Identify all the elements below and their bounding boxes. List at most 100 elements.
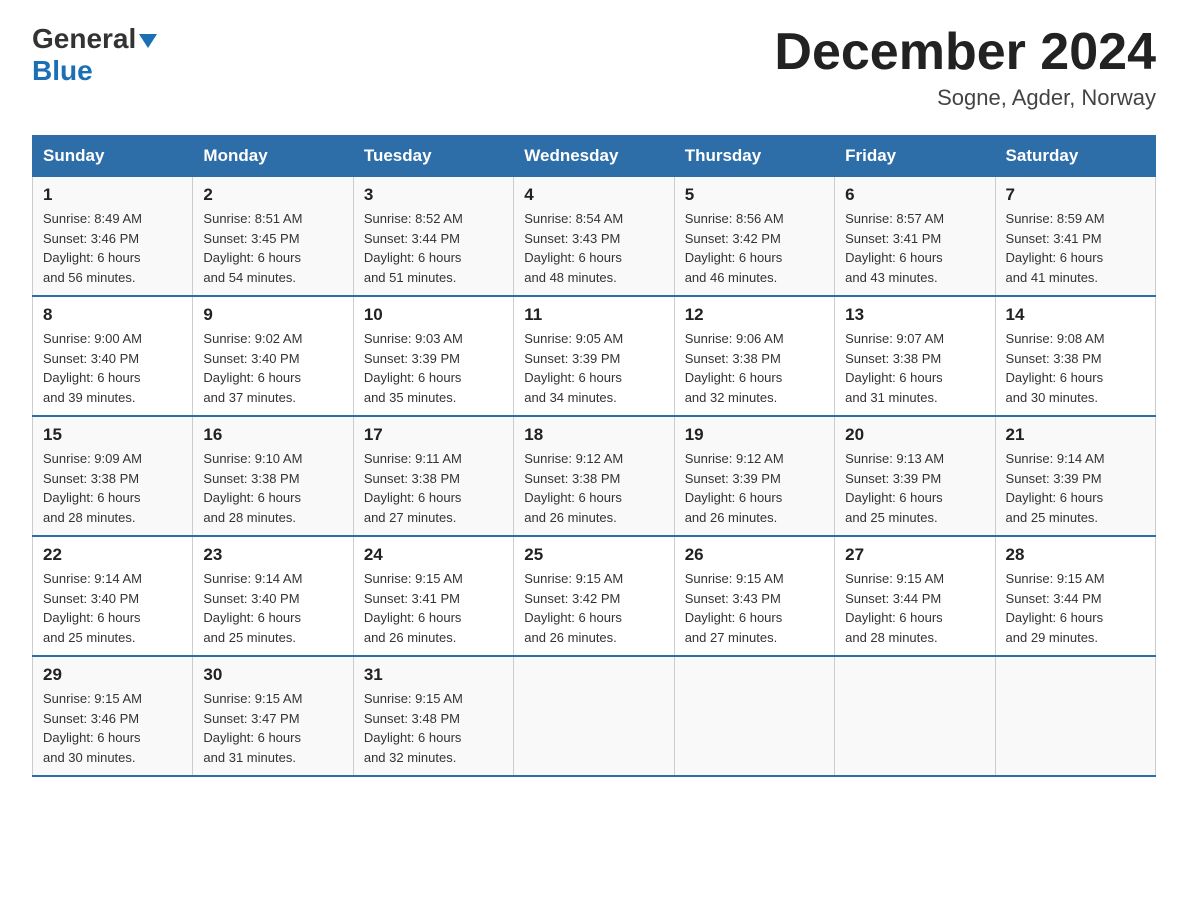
col-header-saturday: Saturday (995, 136, 1155, 177)
calendar-cell: 20 Sunrise: 9:13 AMSunset: 3:39 PMDayligh… (835, 416, 995, 536)
calendar-cell: 14 Sunrise: 9:08 AMSunset: 3:38 PMDayligh… (995, 296, 1155, 416)
col-header-monday: Monday (193, 136, 353, 177)
calendar-cell: 3Sunrise: 8:52 AMSunset: 3:44 PMDaylight… (353, 177, 513, 297)
calendar-cell: 1Sunrise: 8:49 AMSunset: 3:46 PMDaylight… (33, 177, 193, 297)
day-number: 10 (364, 305, 503, 325)
calendar-cell (995, 656, 1155, 776)
calendar-cell: 24Sunrise: 9:15 AMSunset: 3:41 PMDayligh… (353, 536, 513, 656)
day-info: Sunrise: 9:12 AMSunset: 3:38 PMDaylight:… (524, 449, 663, 527)
day-number: 16 (203, 425, 342, 445)
day-info: Sunrise: 9:05 AMSunset: 3:39 PMDaylight:… (524, 329, 663, 407)
header-row: SundayMondayTuesdayWednesdayThursdayFrid… (33, 136, 1156, 177)
day-number: 15 (43, 425, 182, 445)
calendar-cell: 13 Sunrise: 9:07 AMSunset: 3:38 PMDayligh… (835, 296, 995, 416)
day-number: 22 (43, 545, 182, 565)
day-info: Sunrise: 9:10 AMSunset: 3:38 PMDaylight:… (203, 449, 342, 527)
day-info: Sunrise: 9:14 AMSunset: 3:40 PMDaylight:… (203, 569, 342, 647)
day-info: Sunrise: 9:02 AMSunset: 3:40 PMDaylight:… (203, 329, 342, 407)
day-info: Sunrise: 9:03 AMSunset: 3:39 PMDaylight:… (364, 329, 503, 407)
day-info: Sunrise: 9:15 AMSunset: 3:44 PMDaylight:… (845, 569, 984, 647)
day-info: Sunrise: 9:08 AMSunset: 3:38 PMDaylight:… (1006, 329, 1145, 407)
day-number: 27 (845, 545, 984, 565)
calendar-cell: 15 Sunrise: 9:09 AMSunset: 3:38 PMDayligh… (33, 416, 193, 536)
day-info: Sunrise: 9:15 AMSunset: 3:42 PMDaylight:… (524, 569, 663, 647)
day-info: Sunrise: 8:57 AMSunset: 3:41 PMDaylight:… (845, 209, 984, 287)
calendar-cell: 8Sunrise: 9:00 AMSunset: 3:40 PMDaylight… (33, 296, 193, 416)
logo-line1: General (32, 24, 157, 55)
title-block: December 2024 Sogne, Agder, Norway (774, 24, 1156, 111)
calendar-cell: 11Sunrise: 9:05 AMSunset: 3:39 PMDayligh… (514, 296, 674, 416)
calendar-cell: 26Sunrise: 9:15 AMSunset: 3:43 PMDayligh… (674, 536, 834, 656)
calendar-cell: 9 Sunrise: 9:02 AMSunset: 3:40 PMDaylight… (193, 296, 353, 416)
day-number: 20 (845, 425, 984, 445)
day-number: 9 (203, 305, 342, 325)
col-header-friday: Friday (835, 136, 995, 177)
col-header-sunday: Sunday (33, 136, 193, 177)
day-info: Sunrise: 8:49 AMSunset: 3:46 PMDaylight:… (43, 209, 182, 287)
day-number: 19 (685, 425, 824, 445)
calendar-cell: 22 Sunrise: 9:14 AMSunset: 3:40 PMDayligh… (33, 536, 193, 656)
day-info: Sunrise: 9:12 AMSunset: 3:39 PMDaylight:… (685, 449, 824, 527)
day-info: Sunrise: 9:06 AMSunset: 3:38 PMDaylight:… (685, 329, 824, 407)
day-info: Sunrise: 9:15 AMSunset: 3:48 PMDaylight:… (364, 689, 503, 767)
calendar-cell: 17 Sunrise: 9:11 AMSunset: 3:38 PMDayligh… (353, 416, 513, 536)
day-info: Sunrise: 9:15 AMSunset: 3:46 PMDaylight:… (43, 689, 182, 767)
calendar-cell: 19 Sunrise: 9:12 AMSunset: 3:39 PMDayligh… (674, 416, 834, 536)
day-info: Sunrise: 8:56 AMSunset: 3:42 PMDaylight:… (685, 209, 824, 287)
calendar-cell: 21 Sunrise: 9:14 AMSunset: 3:39 PMDayligh… (995, 416, 1155, 536)
week-row-5: 29 Sunrise: 9:15 AMSunset: 3:46 PMDayligh… (33, 656, 1156, 776)
day-info: Sunrise: 8:52 AMSunset: 3:44 PMDaylight:… (364, 209, 503, 287)
month-title: December 2024 (774, 24, 1156, 81)
calendar-cell (514, 656, 674, 776)
day-info: Sunrise: 8:54 AMSunset: 3:43 PMDaylight:… (524, 209, 663, 287)
day-info: Sunrise: 9:13 AMSunset: 3:39 PMDaylight:… (845, 449, 984, 527)
day-number: 12 (685, 305, 824, 325)
week-row-4: 22 Sunrise: 9:14 AMSunset: 3:40 PMDayligh… (33, 536, 1156, 656)
day-info: Sunrise: 8:51 AMSunset: 3:45 PMDaylight:… (203, 209, 342, 287)
day-number: 29 (43, 665, 182, 685)
day-number: 23 (203, 545, 342, 565)
day-number: 6 (845, 185, 984, 205)
col-header-thursday: Thursday (674, 136, 834, 177)
page-header: General Blue December 2024 Sogne, Agder,… (32, 24, 1156, 111)
day-info: Sunrise: 9:00 AMSunset: 3:40 PMDaylight:… (43, 329, 182, 407)
day-info: Sunrise: 9:11 AMSunset: 3:38 PMDaylight:… (364, 449, 503, 527)
calendar-cell (835, 656, 995, 776)
calendar-cell (674, 656, 834, 776)
calendar-cell: 25 Sunrise: 9:15 AMSunset: 3:42 PMDayligh… (514, 536, 674, 656)
calendar-cell: 7Sunrise: 8:59 AMSunset: 3:41 PMDaylight… (995, 177, 1155, 297)
day-info: Sunrise: 9:15 AMSunset: 3:47 PMDaylight:… (203, 689, 342, 767)
week-row-3: 15 Sunrise: 9:09 AMSunset: 3:38 PMDayligh… (33, 416, 1156, 536)
calendar-cell: 23 Sunrise: 9:14 AMSunset: 3:40 PMDayligh… (193, 536, 353, 656)
calendar-cell: 28 Sunrise: 9:15 AMSunset: 3:44 PMDayligh… (995, 536, 1155, 656)
day-number: 17 (364, 425, 503, 445)
day-info: Sunrise: 9:15 AMSunset: 3:44 PMDaylight:… (1006, 569, 1145, 647)
calendar-cell: 10 Sunrise: 9:03 AMSunset: 3:39 PMDayligh… (353, 296, 513, 416)
day-info: Sunrise: 8:59 AMSunset: 3:41 PMDaylight:… (1006, 209, 1145, 287)
day-number: 31 (364, 665, 503, 685)
day-info: Sunrise: 9:15 AMSunset: 3:43 PMDaylight:… (685, 569, 824, 647)
calendar-cell: 27 Sunrise: 9:15 AMSunset: 3:44 PMDayligh… (835, 536, 995, 656)
calendar-cell: 12 Sunrise: 9:06 AMSunset: 3:38 PMDayligh… (674, 296, 834, 416)
day-number: 25 (524, 545, 663, 565)
day-number: 14 (1006, 305, 1145, 325)
day-info: Sunrise: 9:07 AMSunset: 3:38 PMDaylight:… (845, 329, 984, 407)
day-info: Sunrise: 9:14 AMSunset: 3:39 PMDaylight:… (1006, 449, 1145, 527)
calendar-cell: 5Sunrise: 8:56 AMSunset: 3:42 PMDaylight… (674, 177, 834, 297)
calendar-cell: 18Sunrise: 9:12 AMSunset: 3:38 PMDayligh… (514, 416, 674, 536)
calendar-cell: 29 Sunrise: 9:15 AMSunset: 3:46 PMDayligh… (33, 656, 193, 776)
week-row-2: 8Sunrise: 9:00 AMSunset: 3:40 PMDaylight… (33, 296, 1156, 416)
calendar-cell: 30Sunrise: 9:15 AMSunset: 3:47 PMDayligh… (193, 656, 353, 776)
col-header-wednesday: Wednesday (514, 136, 674, 177)
day-number: 28 (1006, 545, 1145, 565)
calendar-table: SundayMondayTuesdayWednesdayThursdayFrid… (32, 135, 1156, 777)
day-info: Sunrise: 9:14 AMSunset: 3:40 PMDaylight:… (43, 569, 182, 647)
day-info: Sunrise: 9:15 AMSunset: 3:41 PMDaylight:… (364, 569, 503, 647)
calendar-cell: 4 Sunrise: 8:54 AMSunset: 3:43 PMDaylight… (514, 177, 674, 297)
day-number: 4 (524, 185, 663, 205)
day-number: 21 (1006, 425, 1145, 445)
logo-line2: Blue (32, 55, 93, 87)
day-info: Sunrise: 9:09 AMSunset: 3:38 PMDaylight:… (43, 449, 182, 527)
day-number: 13 (845, 305, 984, 325)
location: Sogne, Agder, Norway (774, 85, 1156, 111)
